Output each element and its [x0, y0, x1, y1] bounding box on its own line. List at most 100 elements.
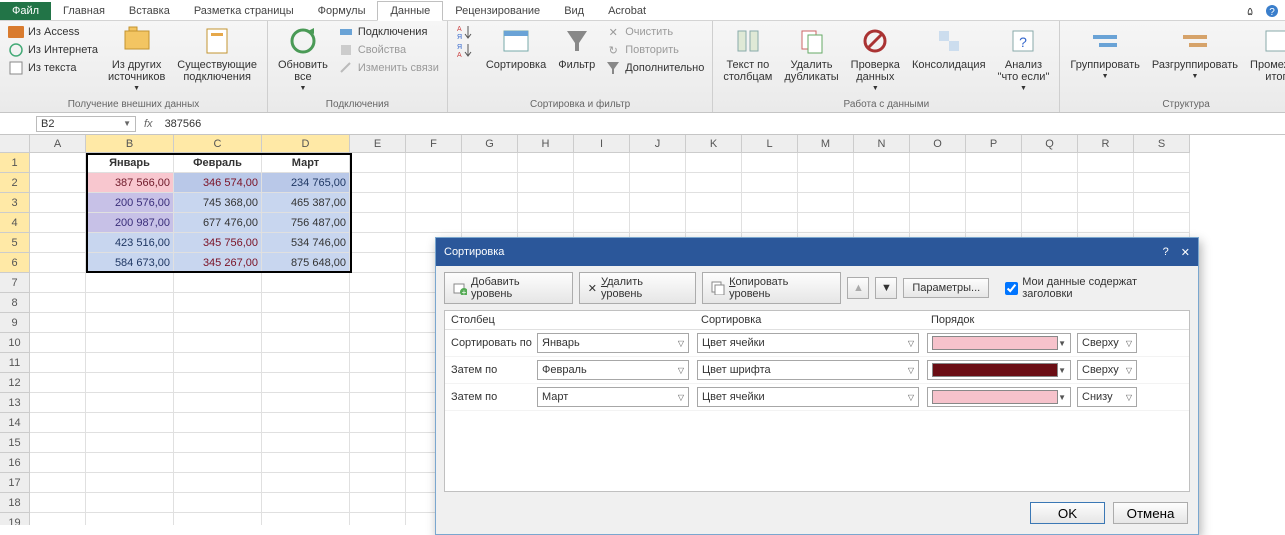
col-header-D[interactable]: D: [262, 135, 350, 153]
cell-D5[interactable]: 534 746,00: [262, 233, 350, 253]
row-header-19[interactable]: 19: [0, 513, 30, 525]
cell-C12[interactable]: [174, 373, 262, 393]
cell-D12[interactable]: [262, 373, 350, 393]
col-header-F[interactable]: F: [406, 135, 462, 153]
cell-J1[interactable]: [630, 153, 686, 173]
tab-acrobat[interactable]: Acrobat: [596, 2, 658, 20]
sort-button[interactable]: Сортировка: [480, 23, 552, 73]
cell-N2[interactable]: [854, 173, 910, 193]
cell-B5[interactable]: 423 516,00: [86, 233, 174, 253]
cell-D4[interactable]: 756 487,00: [262, 213, 350, 233]
cell-O1[interactable]: [910, 153, 966, 173]
cell-S2[interactable]: [1134, 173, 1190, 193]
cell-C17[interactable]: [174, 473, 262, 493]
from-text-button[interactable]: Из текста: [4, 59, 102, 77]
cell-D9[interactable]: [262, 313, 350, 333]
cell-E14[interactable]: [350, 413, 406, 433]
cell-F4[interactable]: [406, 213, 462, 233]
cell-B13[interactable]: [86, 393, 174, 413]
cell-D19[interactable]: [262, 513, 350, 525]
cell-L3[interactable]: [742, 193, 798, 213]
row-header-1[interactable]: 1: [0, 153, 30, 173]
cell-A15[interactable]: [30, 433, 86, 453]
cell-G2[interactable]: [462, 173, 518, 193]
cell-A3[interactable]: [30, 193, 86, 213]
cell-I1[interactable]: [574, 153, 630, 173]
formula-input[interactable]: 387566: [161, 117, 1285, 131]
cell-G4[interactable]: [462, 213, 518, 233]
cell-D2[interactable]: 234 765,00: [262, 173, 350, 193]
move-up-button[interactable]: ▲: [847, 277, 869, 299]
cell-D13[interactable]: [262, 393, 350, 413]
cell-M4[interactable]: [798, 213, 854, 233]
col-header-S[interactable]: S: [1134, 135, 1190, 153]
connections-button[interactable]: Подключения: [334, 23, 443, 41]
cell-E8[interactable]: [350, 293, 406, 313]
cell-B15[interactable]: [86, 433, 174, 453]
cell-S4[interactable]: [1134, 213, 1190, 233]
help-icon[interactable]: ?: [1259, 2, 1285, 20]
sort-column-combo-1[interactable]: Февраль▽: [537, 360, 689, 380]
name-box[interactable]: B2▼: [36, 116, 136, 132]
row-header-16[interactable]: 16: [0, 453, 30, 473]
row-header-15[interactable]: 15: [0, 433, 30, 453]
cell-A2[interactable]: [30, 173, 86, 193]
col-header-M[interactable]: M: [798, 135, 854, 153]
cell-E7[interactable]: [350, 273, 406, 293]
row-header-11[interactable]: 11: [0, 353, 30, 373]
row-header-8[interactable]: 8: [0, 293, 30, 313]
delete-level-button[interactable]: ✕Удалить уровень: [579, 272, 696, 304]
cell-E6[interactable]: [350, 253, 406, 273]
cell-J2[interactable]: [630, 173, 686, 193]
tab-home[interactable]: Главная: [51, 2, 117, 20]
cell-H4[interactable]: [518, 213, 574, 233]
col-header-R[interactable]: R: [1078, 135, 1134, 153]
cell-H3[interactable]: [518, 193, 574, 213]
cell-B2[interactable]: 387 566,00: [86, 173, 174, 193]
cell-B6[interactable]: 584 673,00: [86, 253, 174, 273]
cell-E12[interactable]: [350, 373, 406, 393]
cell-C9[interactable]: [174, 313, 262, 333]
cell-A19[interactable]: [30, 513, 86, 525]
cell-B16[interactable]: [86, 453, 174, 473]
cell-A16[interactable]: [30, 453, 86, 473]
tab-formulas[interactable]: Формулы: [306, 2, 378, 20]
cell-D14[interactable]: [262, 413, 350, 433]
sort-position-combo-0[interactable]: Сверху▽: [1077, 333, 1137, 353]
cell-D8[interactable]: [262, 293, 350, 313]
existing-connections-button[interactable]: Существующие подключения: [171, 23, 263, 85]
cell-A9[interactable]: [30, 313, 86, 333]
cell-M3[interactable]: [798, 193, 854, 213]
row-header-14[interactable]: 14: [0, 413, 30, 433]
cell-O2[interactable]: [910, 173, 966, 193]
cell-C14[interactable]: [174, 413, 262, 433]
cell-B17[interactable]: [86, 473, 174, 493]
cell-C10[interactable]: [174, 333, 262, 353]
cell-N4[interactable]: [854, 213, 910, 233]
cell-D1[interactable]: Март: [262, 153, 350, 173]
cell-A13[interactable]: [30, 393, 86, 413]
cell-B3[interactable]: 200 576,00: [86, 193, 174, 213]
chevron-down-icon[interactable]: ▼: [123, 119, 131, 128]
cell-P4[interactable]: [966, 213, 1022, 233]
cell-B19[interactable]: [86, 513, 174, 525]
cell-K1[interactable]: [686, 153, 742, 173]
sort-on-combo-2[interactable]: Цвет ячейки▽: [697, 387, 919, 407]
cell-K4[interactable]: [686, 213, 742, 233]
cell-P3[interactable]: [966, 193, 1022, 213]
cell-C1[interactable]: Февраль: [174, 153, 262, 173]
cell-E15[interactable]: [350, 433, 406, 453]
cell-E1[interactable]: [350, 153, 406, 173]
cell-B18[interactable]: [86, 493, 174, 513]
cell-K2[interactable]: [686, 173, 742, 193]
cell-S1[interactable]: [1134, 153, 1190, 173]
dialog-help-icon[interactable]: ?: [1163, 246, 1169, 259]
cell-B9[interactable]: [86, 313, 174, 333]
col-header-L[interactable]: L: [742, 135, 798, 153]
cell-M1[interactable]: [798, 153, 854, 173]
cell-C15[interactable]: [174, 433, 262, 453]
sort-za-button[interactable]: ЯА: [452, 41, 480, 59]
sort-position-combo-1[interactable]: Сверху▽: [1077, 360, 1137, 380]
sort-options-button[interactable]: Параметры...: [903, 278, 989, 298]
cell-A1[interactable]: [30, 153, 86, 173]
